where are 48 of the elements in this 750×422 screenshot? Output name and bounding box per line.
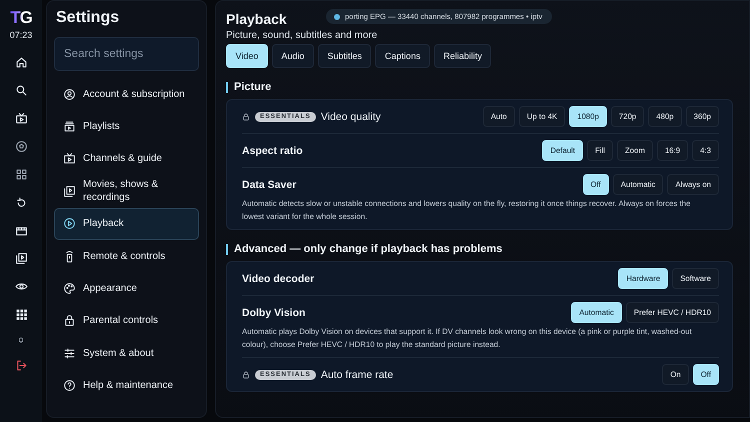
menu-item[interactable]: Account & subscription	[54, 78, 199, 110]
menu-item[interactable]: Appearance	[54, 272, 199, 305]
replay-icon[interactable]	[14, 196, 28, 209]
tab[interactable]: Video	[226, 44, 268, 68]
search-icon[interactable]	[14, 84, 28, 97]
lock-icon	[63, 314, 76, 328]
apps-icon[interactable]	[14, 308, 28, 321]
menu-item[interactable]: Movies, shows & recordings	[54, 175, 199, 208]
menu-item[interactable]: Remote & controls	[54, 240, 199, 272]
section-title: Picture	[226, 82, 733, 93]
palette-icon	[63, 282, 76, 296]
menu-item[interactable]: Help & maintenance	[54, 370, 199, 402]
play-circle-icon	[63, 217, 76, 230]
clock: 07:23	[10, 30, 32, 40]
setting-label: Dolby Vision	[242, 306, 306, 318]
menu-item[interactable]: Channels & guide	[54, 142, 199, 176]
menu-item[interactable]: Parental controls	[54, 304, 199, 338]
logout-icon[interactable]	[14, 359, 28, 372]
menu-item[interactable]: System & about	[54, 337, 199, 370]
tab[interactable]: Subtitles	[318, 44, 372, 68]
setting-label: Aspect ratio	[242, 144, 303, 156]
account-icon	[63, 88, 76, 101]
tv-icon	[63, 152, 76, 166]
grid-icon[interactable]	[14, 168, 28, 181]
page-subtitle: Picture, sound, subtitles and more	[226, 30, 378, 41]
status-dot-icon	[334, 14, 340, 20]
video-library-icon[interactable]	[14, 252, 28, 265]
page-title: Playback	[226, 11, 287, 28]
section-title: Advanced — only change if playback has problems	[226, 244, 733, 255]
home-icon[interactable]	[14, 56, 28, 69]
setting-label: Video quality	[320, 110, 381, 122]
menu-item[interactable]: Playlists	[54, 110, 199, 143]
tab[interactable]: Reliability	[434, 44, 492, 68]
ball-icon[interactable]	[14, 140, 28, 153]
tab[interactable]: Captions	[375, 44, 430, 68]
setting-label: Auto frame rate	[320, 368, 394, 380]
tv-icon[interactable]	[14, 112, 28, 125]
panel-title: Settings	[56, 9, 120, 27]
sliders-icon	[63, 346, 76, 360]
setting-label: Video decoder	[242, 272, 314, 284]
search-field[interactable]: Search settings	[54, 37, 199, 71]
setting-label: Data Saver	[242, 178, 296, 190]
menu-item[interactable]: Playback	[54, 208, 199, 240]
tab[interactable]: Audio	[272, 44, 314, 68]
help-icon	[63, 379, 76, 392]
video-library-icon	[63, 184, 76, 198]
bell-icon[interactable]	[17, 336, 25, 344]
playlist-icon	[63, 120, 76, 134]
